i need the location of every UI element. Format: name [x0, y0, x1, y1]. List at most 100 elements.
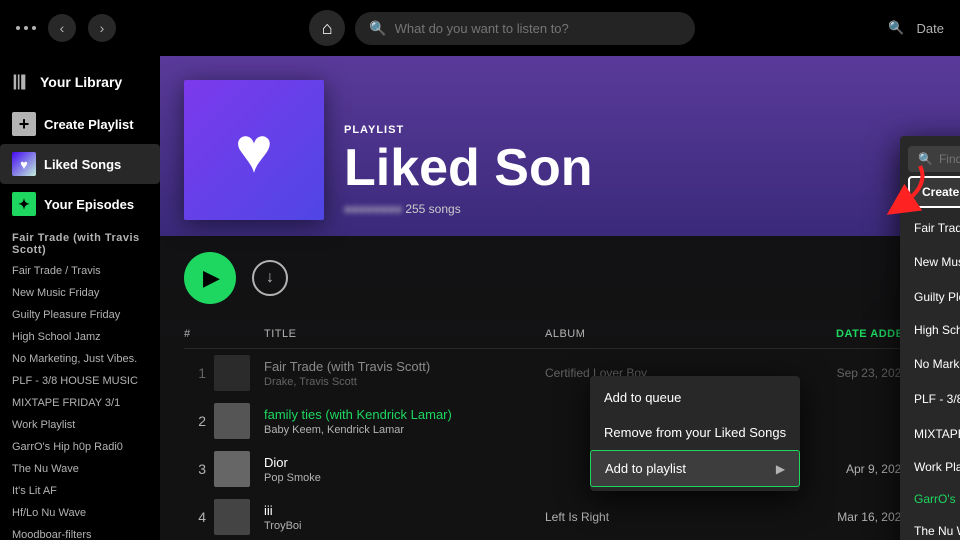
track-name-2: family ties (with Kendrick Lamar) — [264, 407, 545, 422]
submenu-search-input[interactable] — [939, 152, 960, 166]
track-album-4: Left Is Right — [545, 510, 836, 524]
create-playlist-label: Create Playlist — [44, 117, 134, 132]
submenu-search-icon: 🔍 — [918, 152, 933, 166]
liked-songs-btn[interactable]: ♥ Liked Songs — [0, 144, 160, 184]
sidebar-item-9[interactable]: The Nu Wave — [0, 458, 160, 480]
create-playlist-label: Create playlist — [922, 185, 960, 199]
sidebar-item-11[interactable]: Hf/Lo Nu Wave — [0, 502, 160, 524]
track-num-1: 1 — [184, 365, 214, 381]
playlist-info: PLAYLIST Liked Son ●●●●●●●● 255 songs — [344, 124, 592, 220]
sidebar-item-5[interactable]: PLF - 3/8 HOUSE MUSIC — [0, 370, 160, 392]
submenu-playlist-3[interactable]: High School Jamz — [900, 314, 960, 346]
playlist-header: ♥ PLAYLIST Liked Son ●●●●●●●● 255 songs — [160, 56, 960, 236]
track-info-3: Dior Pop Smoke — [254, 455, 545, 484]
col-title: TITLE — [254, 328, 545, 340]
track-thumb-4 — [214, 499, 250, 535]
context-add-to-playlist[interactable]: Add to playlist ▶ — [590, 450, 800, 487]
table-row[interactable]: 2 family ties (with Kendrick Lamar) Baby… — [184, 397, 936, 445]
playlist-cover: ♥ — [184, 80, 324, 220]
submenu-playlist-2[interactable]: Guilty Pleasure Friday 🔔 — [900, 279, 960, 314]
back-button[interactable]: ‹ — [48, 14, 76, 42]
forward-button[interactable]: › — [88, 14, 116, 42]
playlist-meta: ●●●●●●●● 255 songs — [344, 202, 592, 216]
submenu-playlist-6[interactable]: MIXTAPE FRIDAY 3/1 🔔 — [900, 416, 960, 451]
submenu-playlist-1[interactable]: New Music Friday 🔔 — [900, 244, 960, 279]
user-avatar-meta: ●●●●●●●● — [344, 202, 402, 216]
submenu-create-playlist[interactable]: Create playlist — [908, 176, 960, 208]
sidebar-section-title: Fair Trade (with Travis Scott) — [0, 224, 160, 260]
track-num-2: 2 — [184, 413, 214, 429]
track-num-4: 4 — [184, 509, 214, 525]
col-num: # — [184, 328, 214, 340]
submenu-playlist-4[interactable]: No Marketing, Just Vibes. 🔔 — [900, 346, 960, 381]
track-thumb-2 — [214, 403, 250, 439]
submenu-playlist-5[interactable]: PLF - 3/8 HOUSE MUSIC 🔔 — [900, 381, 960, 416]
sidebar-item-7[interactable]: Work Playlist — [0, 414, 160, 436]
main-area: Your Library + Create Playlist ♥ Liked S… — [0, 56, 960, 540]
track-thumb-1 — [214, 355, 250, 391]
track-name-4: iii — [264, 503, 545, 518]
date-sort-btn[interactable]: Date — [917, 21, 944, 36]
song-count: 255 songs — [405, 202, 460, 216]
playlist-type: PLAYLIST — [344, 124, 592, 136]
sidebar-item-4[interactable]: No Marketing, Just Vibes. — [0, 348, 160, 370]
sidebar-item-12[interactable]: Moodboar-filters — [0, 524, 160, 540]
top-nav: ‹ › ⌂ 🔍 🔍 Date — [0, 0, 960, 56]
heart-icon: ♥ — [235, 113, 273, 187]
track-artist-1: Drake, Travis Scott — [264, 376, 545, 388]
submenu-playlist-9[interactable]: The Nu Wave — [900, 515, 960, 540]
library-header: Your Library — [0, 64, 160, 104]
table-row[interactable]: 1 Fair Trade (with Travis Scott) Drake, … — [184, 349, 936, 397]
create-playlist-btn[interactable]: + Create Playlist — [0, 104, 160, 144]
content-panel: ♥ PLAYLIST Liked Son ●●●●●●●● 255 songs … — [160, 56, 960, 540]
track-thumb-3 — [214, 451, 250, 487]
submenu-arrow-icon: ▶ — [776, 462, 785, 476]
track-table: # TITLE ALBUM DATE ADDED ▼ 1 Fair Trade … — [160, 320, 960, 540]
sidebar-item-6[interactable]: MIXTAPE FRIDAY 3/1 — [0, 392, 160, 414]
track-info-1: Fair Trade (with Travis Scott) Drake, Tr… — [254, 359, 545, 388]
search-input[interactable] — [395, 21, 682, 36]
create-playlist-icon: + — [12, 112, 36, 136]
download-button[interactable]: ↓ — [252, 260, 288, 296]
context-add-to-queue[interactable]: Add to queue — [590, 380, 800, 415]
track-info-2: family ties (with Kendrick Lamar) Baby K… — [254, 407, 545, 436]
submenu-playlist-8[interactable]: GarrO's Hip h0p Radi0 — [900, 483, 960, 515]
col-album: ALBUM — [545, 328, 836, 340]
sidebar-item-2[interactable]: Guilty Pleasure Friday — [0, 304, 160, 326]
sidebar: Your Library + Create Playlist ♥ Liked S… — [0, 56, 160, 540]
library-icon — [12, 72, 32, 92]
your-episodes-btn[interactable]: ✦ Your Episodes — [0, 184, 160, 224]
nav-left: ‹ › — [16, 14, 116, 42]
more-options-button[interactable] — [16, 26, 36, 30]
table-row[interactable]: 3 Dior Pop Smoke Apr 9, 2021 ♥ — [184, 445, 936, 493]
submenu-search-box: 🔍 — [908, 146, 960, 172]
track-name-1: Fair Trade (with Travis Scott) — [264, 359, 545, 374]
submenu-playlist-7[interactable]: Work Playlist — [900, 451, 960, 483]
playlist-title: Liked Son — [344, 142, 592, 194]
context-remove-from-liked[interactable]: Remove from your Liked Songs — [590, 415, 800, 450]
sidebar-item-3[interactable]: High School Jamz — [0, 326, 160, 348]
home-icon: ⌂ — [322, 18, 333, 39]
table-row[interactable]: 4 iii TroyBoi Left Is Right Mar 16, 2020… — [184, 493, 936, 540]
controls-bar: ▶ ↓ — [160, 236, 960, 320]
download-icon: ↓ — [266, 269, 274, 287]
home-button[interactable]: ⌂ — [309, 10, 345, 46]
context-menu: Add to queue Remove from your Liked Song… — [590, 376, 800, 491]
sidebar-item-10[interactable]: It's Lit AF — [0, 480, 160, 502]
sidebar-item-1[interactable]: New Music Friday — [0, 282, 160, 304]
sidebar-item-0[interactable]: Fair Trade / Travis — [0, 260, 160, 282]
search-icon-btn[interactable]: 🔍 — [888, 20, 904, 36]
library-title: Your Library — [40, 74, 122, 90]
play-icon: ▶ — [203, 265, 220, 291]
track-num-3: 3 — [184, 461, 214, 477]
episodes-label: Your Episodes — [44, 197, 134, 212]
playlist-submenu: 🔍 Create playlist Fair Trade (with Travi… — [900, 136, 960, 540]
track-name-3: Dior — [264, 455, 545, 470]
submenu-playlist-0[interactable]: Fair Trade (with Travis Scott) — [900, 212, 960, 244]
liked-songs-label: Liked Songs — [44, 157, 121, 172]
liked-songs-icon: ♥ — [12, 152, 36, 176]
nav-right: 🔍 Date — [888, 20, 944, 36]
track-info-4: iii TroyBoi — [254, 503, 545, 532]
play-button[interactable]: ▶ — [184, 252, 236, 304]
sidebar-item-8[interactable]: GarrO's Hip h0p Radi0 — [0, 436, 160, 458]
